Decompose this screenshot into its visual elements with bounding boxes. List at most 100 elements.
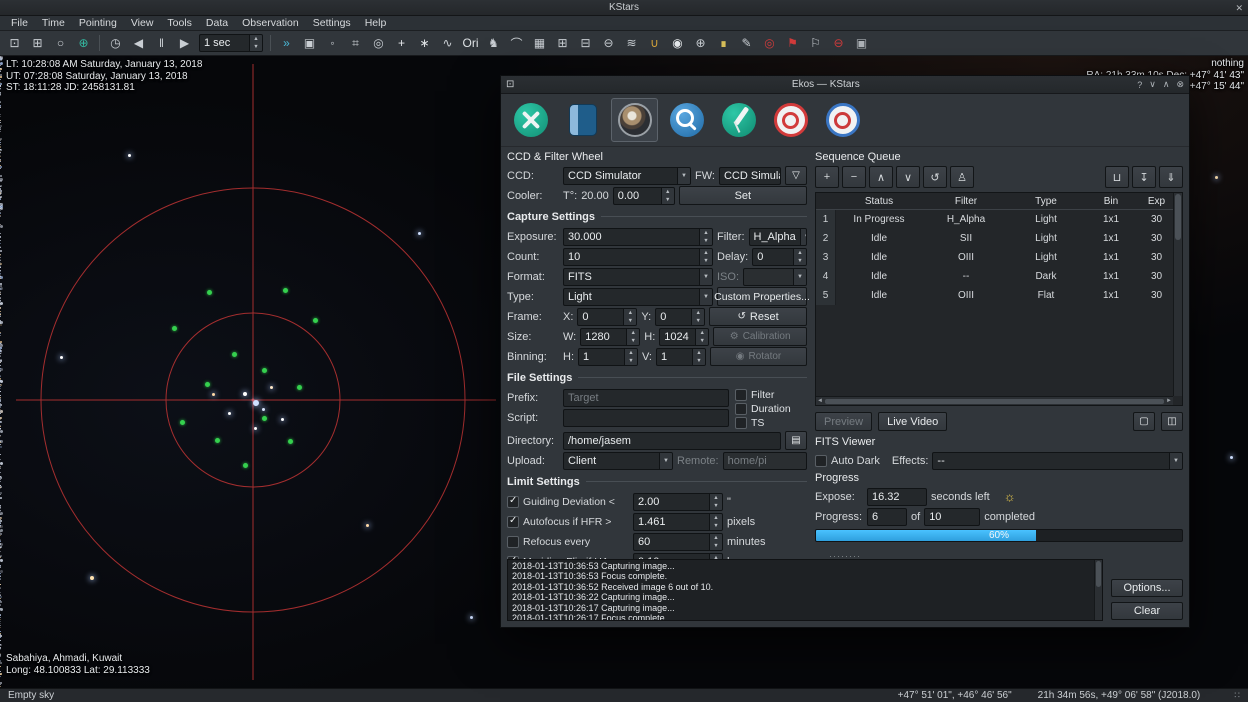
move-job-up-button[interactable]: ∧ xyxy=(869,166,893,188)
filter-cell[interactable]: OIII xyxy=(922,286,1010,305)
resize-grip[interactable]: ∷ xyxy=(1234,690,1240,701)
status-cell[interactable]: Idle xyxy=(836,286,922,305)
bin-cell[interactable]: 1x1 xyxy=(1082,248,1140,267)
solar-system-icon[interactable]: ∗ xyxy=(413,33,436,54)
spin-buttons[interactable]: ▲▼ xyxy=(626,329,639,345)
bin-cell[interactable]: 1x1 xyxy=(1082,267,1140,286)
log-view[interactable]: 2018-01-13T10:36:53 Capturing image...20… xyxy=(507,559,1103,621)
auto-dark-checkbox[interactable] xyxy=(815,455,827,467)
add-job-button[interactable]: + xyxy=(815,166,839,188)
color-scheme-icon[interactable]: ✎ xyxy=(735,33,758,54)
ekos-titlebar[interactable]: ⊡ Ekos — KStars ? ∨ ∧ ⊗ xyxy=(501,76,1189,94)
separate-window-button[interactable]: ◫ xyxy=(1161,412,1183,431)
exp-cell[interactable]: 30 xyxy=(1140,267,1173,286)
preview-button[interactable]: Preview xyxy=(815,412,872,431)
sequence-table[interactable]: Status Filter Type Bin Exp 1 In Progress… xyxy=(815,192,1183,406)
whats-up-tonight-icon[interactable]: ◉ xyxy=(666,33,689,54)
frame-y-spinbox[interactable]: 0 ▲▼ xyxy=(655,308,705,326)
set-temperature-button[interactable]: Set xyxy=(679,186,807,205)
directory-input[interactable]: /home/jasem xyxy=(563,432,781,450)
row-number[interactable]: 1 xyxy=(816,210,836,229)
tab-align[interactable] xyxy=(819,98,866,142)
custom-properties-button[interactable]: Custom Properties... xyxy=(717,287,807,306)
status-cell[interactable]: Idle xyxy=(836,229,922,248)
prefix-input[interactable]: Target xyxy=(563,389,729,407)
scrollbar-thumb[interactable] xyxy=(825,399,1164,404)
window-titlebar[interactable]: KStars ✕ xyxy=(0,0,1248,16)
menu-item[interactable]: View xyxy=(124,16,161,30)
exp-cell[interactable]: 30 xyxy=(1140,210,1173,229)
ccd-combo[interactable]: CCD Simulator ▼ xyxy=(563,167,691,185)
row-number[interactable]: 2 xyxy=(816,229,836,248)
spin-buttons[interactable]: ▲▼ xyxy=(249,35,262,51)
type-cell[interactable]: Light xyxy=(1010,229,1082,248)
frame-type-combo[interactable]: Light ▼ xyxy=(563,288,713,306)
prefix-filter-checkbox[interactable]: Filter xyxy=(735,389,807,401)
spin-buttons[interactable]: ▲▼ xyxy=(692,349,705,365)
horizontal-scrollbar[interactable]: ◄► xyxy=(816,396,1173,405)
spin-buttons[interactable]: ▲▼ xyxy=(793,249,806,265)
checkbox[interactable] xyxy=(735,403,747,415)
list-flags-icon[interactable]: ⚐ xyxy=(804,33,827,54)
frame-width-spinbox[interactable]: 1280 ▲▼ xyxy=(580,328,640,346)
splitter-handle[interactable]: ········ xyxy=(501,552,1189,559)
log-scrollbar[interactable] xyxy=(1094,560,1102,620)
close-icon[interactable]: ⊗ xyxy=(1176,79,1184,90)
column-header[interactable]: Exp xyxy=(1140,193,1173,210)
spin-buttons[interactable]: ▲▼ xyxy=(661,188,674,204)
refocus-every-checkbox[interactable] xyxy=(507,536,519,548)
move-job-down-button[interactable]: ∨ xyxy=(896,166,920,188)
capture-sky-image-icon[interactable]: ▣ xyxy=(298,33,321,54)
summary-view-button[interactable]: ▢ xyxy=(1133,412,1155,431)
time-rewind-icon[interactable]: ◀ xyxy=(127,33,150,54)
find-object-icon[interactable]: ○ xyxy=(49,33,72,54)
type-cell[interactable]: Light xyxy=(1010,210,1082,229)
time-forward-icon[interactable]: ▶ xyxy=(173,33,196,54)
column-header[interactable]: Status xyxy=(836,193,922,210)
column-header[interactable]: Type xyxy=(1010,193,1082,210)
menu-item[interactable]: Observation xyxy=(235,16,306,30)
add-flag-icon[interactable]: ⚑ xyxy=(781,33,804,54)
spin-buttons[interactable]: ▲▼ xyxy=(695,329,708,345)
scroll-left-icon[interactable]: ◄ xyxy=(817,398,823,404)
close-icon[interactable]: ✕ xyxy=(1235,3,1243,14)
bin-h-spinbox[interactable]: 1 ▲▼ xyxy=(578,348,638,366)
menu-item[interactable]: Pointing xyxy=(72,16,124,30)
filter-wheel-combo[interactable]: CCD Simulator ▼ xyxy=(719,167,781,185)
menu-item[interactable]: File xyxy=(4,16,35,30)
effects-combo[interactable]: -- ▼ xyxy=(932,452,1183,470)
frame-x-spinbox[interactable]: 0 ▲▼ xyxy=(577,308,637,326)
help-icon[interactable]: ? xyxy=(1137,80,1142,90)
observer-button[interactable]: ♙ xyxy=(950,166,974,188)
checkbox[interactable] xyxy=(735,389,747,401)
autofocus-hfr-spinbox[interactable]: 1.461 ▲▼ xyxy=(633,513,723,531)
status-cell[interactable]: In Progress xyxy=(836,210,922,229)
constellation-art-icon[interactable]: ♞ xyxy=(482,33,505,54)
comets-icon[interactable]: ∿ xyxy=(436,33,459,54)
stars-icon[interactable]: + xyxy=(390,33,413,54)
tab-capture[interactable] xyxy=(611,98,658,142)
filter-cell[interactable]: OIII xyxy=(922,248,1010,267)
menu-item[interactable]: Time xyxy=(35,16,72,30)
options-button[interactable]: Options... xyxy=(1111,579,1183,597)
target-temperature-spinbox[interactable]: 0.00 ▲▼ xyxy=(613,187,675,205)
reset-queue-button[interactable]: ↺ xyxy=(923,166,947,188)
horizontal-grid-icon[interactable]: ⊟ xyxy=(574,33,597,54)
open-image-icon[interactable]: ⊞ xyxy=(26,33,49,54)
prefix-duration-checkbox[interactable]: Duration xyxy=(735,403,807,415)
spin-buttons[interactable]: ▲▼ xyxy=(709,494,722,510)
exp-cell[interactable]: 30 xyxy=(1140,248,1173,267)
row-number[interactable]: 5 xyxy=(816,286,836,305)
tab-mount[interactable] xyxy=(715,98,762,142)
autofocus-hfr-checkbox[interactable] xyxy=(507,516,519,528)
row-number[interactable]: 3 xyxy=(816,248,836,267)
download-data-icon[interactable]: ⊕ xyxy=(72,33,95,54)
refocus-every-spinbox[interactable]: 60 ▲▼ xyxy=(633,533,723,551)
center-target-icon[interactable]: ◎ xyxy=(758,33,781,54)
horizon-icon[interactable]: ⊖ xyxy=(597,33,620,54)
tab-guide[interactable] xyxy=(767,98,814,142)
spin-buttons[interactable]: ▲▼ xyxy=(709,534,722,550)
equatorial-grid-icon[interactable]: ⊞ xyxy=(551,33,574,54)
indi-control-panel-icon[interactable]: ▣ xyxy=(850,33,873,54)
tab-setup[interactable] xyxy=(507,98,554,142)
